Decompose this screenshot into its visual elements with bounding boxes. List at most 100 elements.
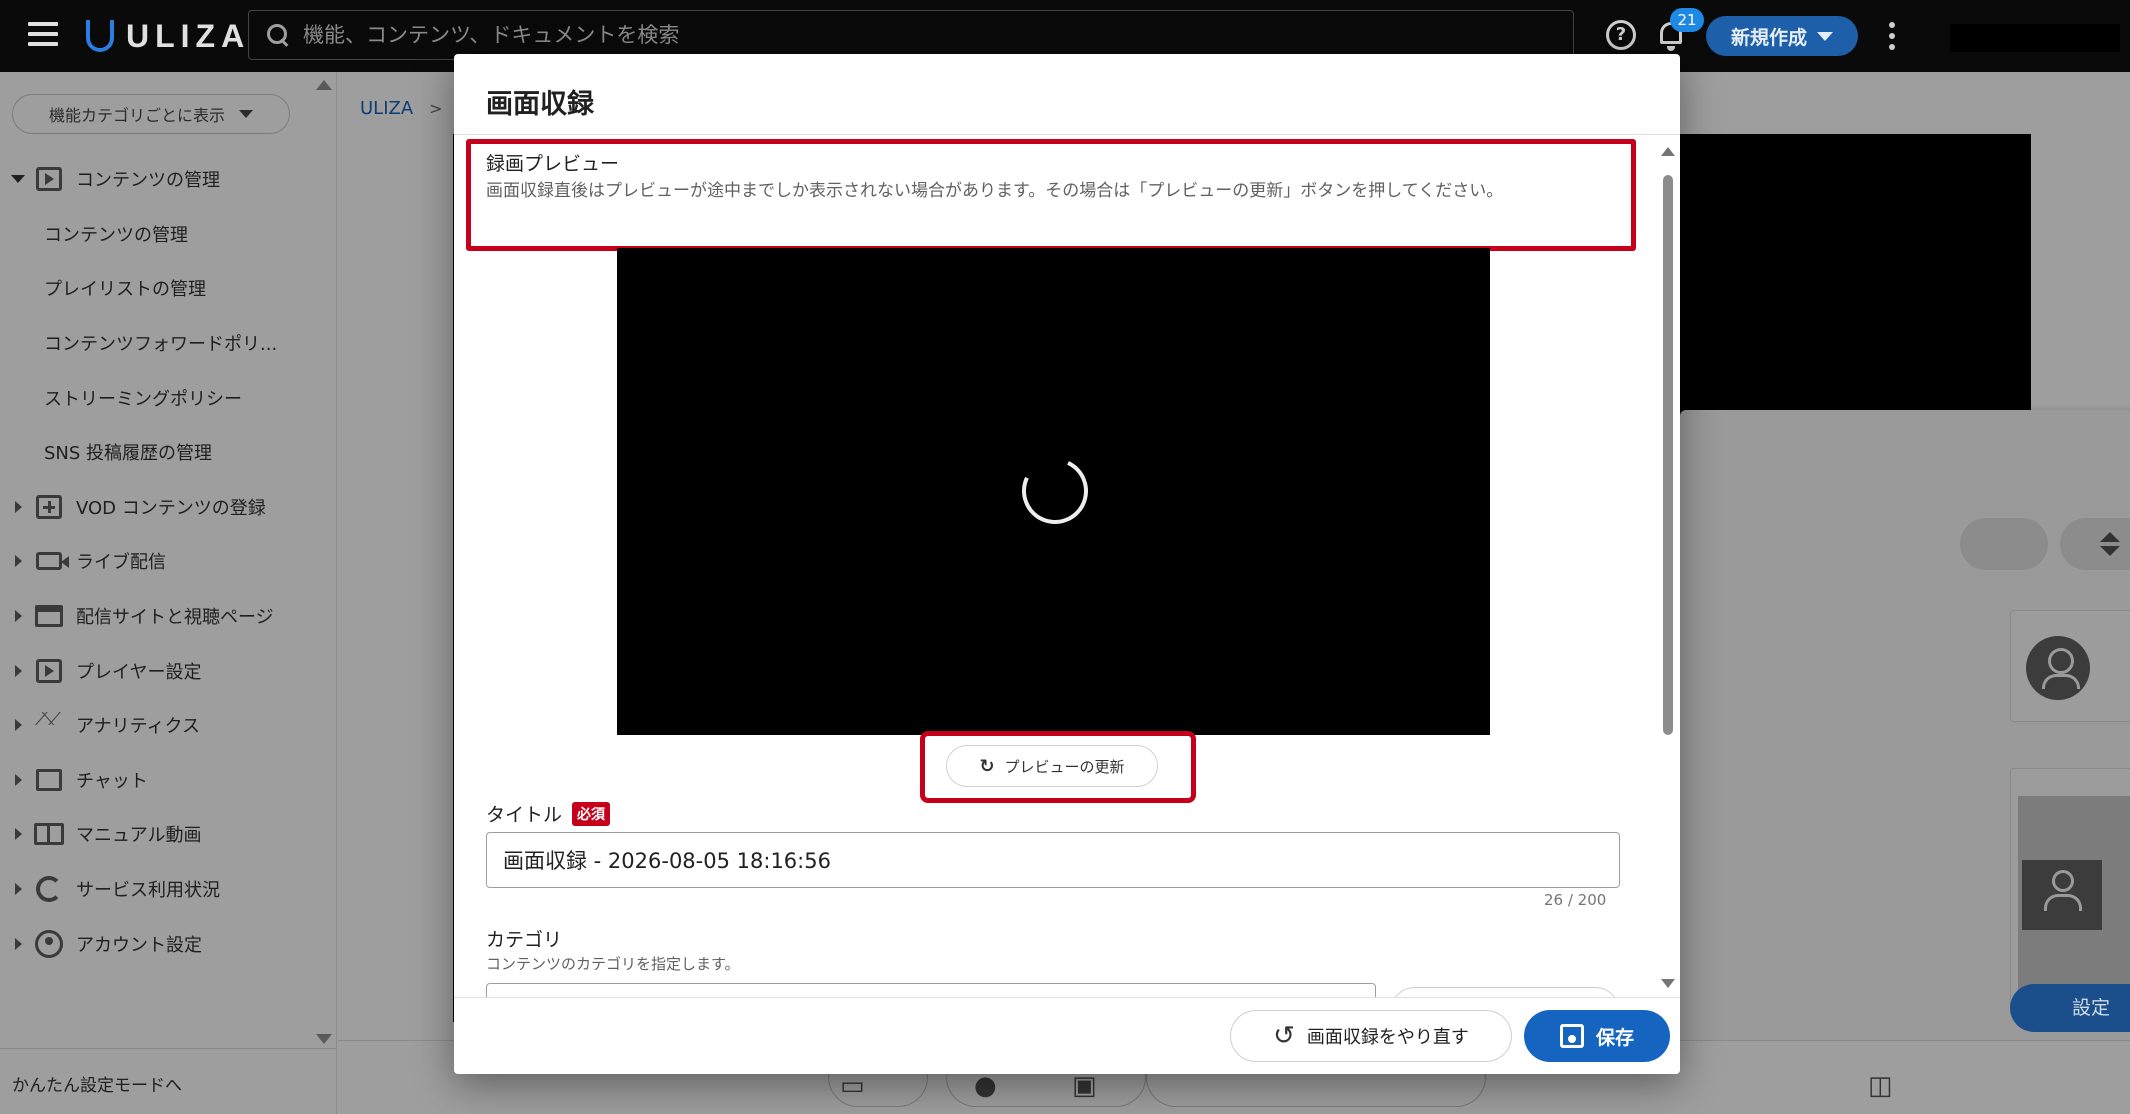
search-icon bbox=[267, 24, 289, 46]
save-button[interactable]: 保存 bbox=[1524, 1010, 1670, 1062]
add-box-icon bbox=[36, 494, 62, 519]
dialog-scrollbar[interactable] bbox=[1660, 135, 1676, 997]
layout-icon: ◫ bbox=[1868, 1071, 1893, 1101]
expand-arrow-icon[interactable] bbox=[14, 828, 22, 841]
notification-count-badge: 21 bbox=[1670, 8, 1704, 32]
refresh-preview-button[interactable]: ↻ プレビューの更新 bbox=[946, 745, 1158, 787]
undo-icon: ↺ bbox=[1273, 1021, 1295, 1051]
sidebar-item-usage[interactable]: サービス利用状況 bbox=[0, 862, 337, 917]
expand-arrow-icon[interactable] bbox=[14, 664, 22, 677]
chevron-down-icon bbox=[239, 110, 253, 118]
scroll-up-icon[interactable] bbox=[1661, 147, 1675, 156]
sidebar-subitem-content-forward-policy[interactable]: コンテンツフォワードポリ... bbox=[0, 316, 337, 371]
sort-icon bbox=[2100, 530, 2120, 560]
new-create-button[interactable]: 新規作成 bbox=[1706, 16, 1858, 56]
sidebar-item-label: 配信サイトと視聴ページ bbox=[76, 607, 274, 629]
uliza-logo[interactable]: ULIZA bbox=[86, 16, 250, 56]
usage-ring-icon bbox=[36, 876, 62, 903]
category-field-label: カテゴリ bbox=[486, 929, 563, 951]
background-pill bbox=[1960, 518, 2048, 570]
category-field-description: コンテンツのカテゴリを指定します。 bbox=[486, 955, 740, 973]
sidebar-item-player-settings[interactable]: プレイヤー設定 bbox=[0, 643, 337, 698]
manual-book-icon bbox=[34, 823, 64, 846]
sidebar-item-vod-register[interactable]: VOD コンテンツの登録 bbox=[0, 480, 337, 535]
background-settings-button: 設定 bbox=[2010, 984, 2130, 1032]
dialog-body: 録画プレビュー 画面収録直後はプレビューが途中までしか表示されない場合があります… bbox=[454, 134, 1680, 998]
breadcrumb-separator-icon: > bbox=[429, 99, 443, 118]
expand-arrow-icon[interactable] bbox=[14, 555, 22, 568]
help-icon[interactable]: ? bbox=[1606, 20, 1636, 50]
dialog-title: 画面収録 bbox=[486, 89, 594, 120]
sidebar-scroll-up-icon[interactable] bbox=[316, 80, 332, 90]
sidebar-subitem-streaming-policy[interactable]: ストリーミングポリシー bbox=[0, 370, 337, 425]
loading-spinner-icon bbox=[1012, 448, 1098, 534]
breadcrumb-root[interactable]: ULIZA bbox=[360, 98, 413, 119]
sidebar-item-live[interactable]: ライブ配信 bbox=[0, 534, 337, 589]
sidebar-item-manual-videos[interactable]: マニュアル動画 bbox=[0, 807, 337, 862]
redo-recording-button[interactable]: ↺ 画面収録をやり直す bbox=[1230, 1010, 1512, 1062]
category-select-label: 機能カテゴリごとに表示 bbox=[48, 106, 225, 125]
scroll-down-icon[interactable] bbox=[1661, 979, 1675, 988]
global-search[interactable] bbox=[248, 10, 1574, 60]
sidebar-subitem-sns-history[interactable]: SNS 投稿履歴の管理 bbox=[0, 425, 337, 480]
sidebar-item-label: ライブ配信 bbox=[76, 552, 166, 574]
uliza-logo-mark-icon bbox=[86, 20, 114, 52]
chat-icon bbox=[36, 768, 62, 791]
sidebar-item-label: コンテンツの管理 bbox=[76, 170, 220, 192]
expand-arrow-icon[interactable] bbox=[14, 883, 22, 896]
more-options-icon[interactable] bbox=[1889, 22, 1895, 50]
new-create-label: 新規作成 bbox=[1730, 26, 1807, 49]
account-icon bbox=[35, 929, 63, 958]
save-icon bbox=[1559, 1024, 1584, 1048]
category-action-button[interactable] bbox=[1390, 987, 1620, 997]
expand-arrow-icon[interactable] bbox=[14, 773, 22, 786]
expand-arrow-icon[interactable] bbox=[14, 500, 22, 513]
easy-mode-link[interactable]: かんたん設定モードへ bbox=[0, 1048, 337, 1114]
sidebar-subitem-playlist[interactable]: プレイリストの管理 bbox=[0, 261, 337, 316]
person-avatar-icon bbox=[2022, 860, 2102, 930]
sidebar-item-label: VOD コンテンツの登録 bbox=[76, 497, 266, 519]
hamburger-menu-icon[interactable] bbox=[28, 22, 58, 48]
sidebar-item-label: コンテンツフォワードポリ... bbox=[44, 334, 278, 356]
search-input[interactable] bbox=[303, 23, 1503, 47]
expand-arrow-icon[interactable] bbox=[14, 937, 22, 950]
scrollbar-thumb[interactable] bbox=[1663, 175, 1673, 735]
expand-arrow-icon[interactable] bbox=[14, 610, 22, 623]
sidebar-item-content-management[interactable]: コンテンツの管理 bbox=[0, 152, 337, 207]
camera-icon: ▭ bbox=[840, 1071, 865, 1101]
sidebar-item-chat[interactable]: チャット bbox=[0, 753, 337, 808]
sidebar-nav: コンテンツの管理 コンテンツの管理 プレイリストの管理 コンテンツフォワードポリ… bbox=[0, 152, 337, 971]
title-field-label: タイトル 必須 bbox=[486, 800, 611, 827]
breadcrumb: ULIZA > bbox=[360, 98, 443, 119]
sidebar-item-account[interactable]: アカウント設定 bbox=[0, 916, 337, 971]
refresh-preview-label: プレビューの更新 bbox=[1004, 757, 1125, 776]
user-account-area[interactable] bbox=[1950, 24, 2120, 52]
screen-recording-dialog: 画面収録 録画プレビュー 画面収録直後はプレビューが途中までしか表示されない場合… bbox=[454, 54, 1680, 1074]
mic-icon: ● bbox=[974, 1071, 997, 1101]
sidebar-item-label: プレイヤー設定 bbox=[76, 661, 202, 683]
video-camera-icon bbox=[36, 552, 69, 571]
expand-arrow-icon[interactable] bbox=[14, 719, 22, 732]
required-badge: 必須 bbox=[572, 801, 611, 826]
sidebar-item-label: チャット bbox=[76, 770, 148, 792]
title-input[interactable] bbox=[486, 832, 1620, 888]
category-display-select[interactable]: 機能カテゴリごとに表示 bbox=[12, 94, 290, 134]
sidebar-item-label: コンテンツの管理 bbox=[44, 224, 188, 246]
recording-preview-video[interactable] bbox=[617, 248, 1490, 735]
person-avatar-icon bbox=[2026, 636, 2090, 700]
sidebar-item-label: ストリーミングポリシー bbox=[44, 388, 242, 410]
expand-arrow-icon[interactable] bbox=[11, 175, 25, 184]
sidebar-scroll-down-icon[interactable] bbox=[316, 1034, 332, 1044]
play-box-icon bbox=[36, 167, 62, 192]
background-side-panel: 設定 bbox=[1680, 410, 2130, 1050]
player-settings-icon bbox=[36, 658, 62, 683]
title-char-counter: 26 / 200 bbox=[1544, 891, 1607, 909]
category-select-field[interactable] bbox=[486, 983, 1376, 997]
save-label: 保存 bbox=[1595, 1026, 1634, 1049]
sidebar-item-sites[interactable]: 配信サイトと視聴ページ bbox=[0, 589, 337, 644]
sidebar-item-label: プレイリストの管理 bbox=[44, 279, 206, 301]
sidebar-item-label: アカウント設定 bbox=[76, 934, 202, 956]
refresh-icon: ↻ bbox=[979, 755, 995, 777]
sidebar-item-analytics[interactable]: アナリティクス bbox=[0, 698, 337, 753]
sidebar-subitem-content-management[interactable]: コンテンツの管理 bbox=[0, 207, 337, 262]
